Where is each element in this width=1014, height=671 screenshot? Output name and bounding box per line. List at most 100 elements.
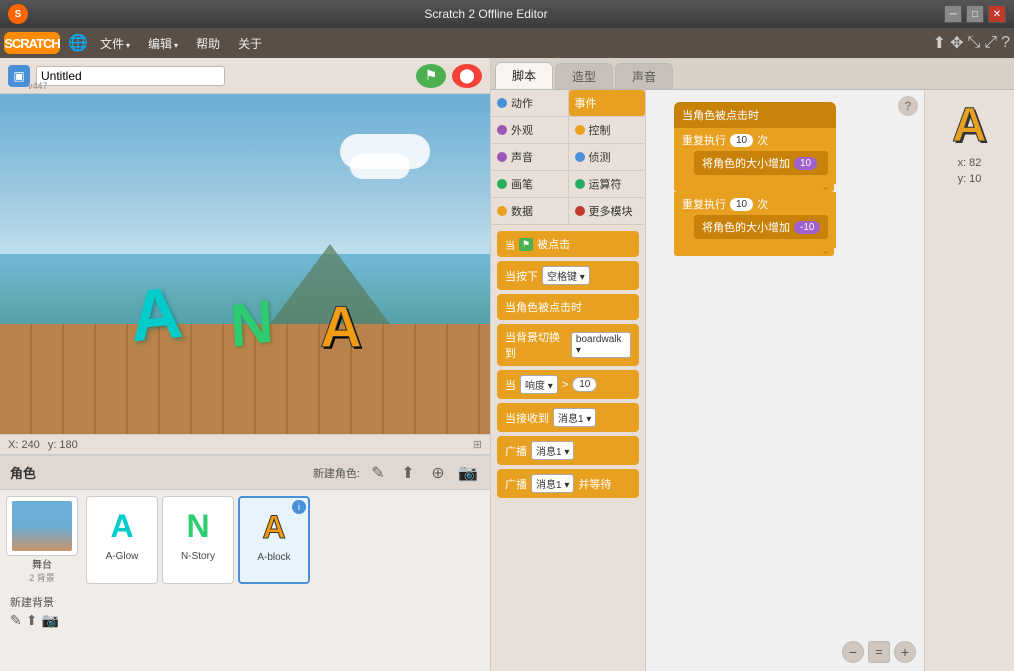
stop-button[interactable]: ⬤ [452,64,482,88]
new-bg-icons: ✎ ⬆ 📷 [10,612,59,629]
cat-control[interactable]: 控制 [569,117,646,143]
zoom-fit-button[interactable]: = [868,641,890,663]
ws-block-repeat-1[interactable]: 重复执行 10 次 将角色的大小增加 10 [674,128,836,184]
minimize-button[interactable]: ─ [944,5,962,23]
cat-sensing[interactable]: 侦测 [569,144,646,170]
cat-events-label: 事件 [575,95,597,111]
ws-block-size-decrease[interactable]: 将角色的大小增加 -10 [694,215,828,239]
sprite-thumb-a-glow[interactable]: A A-Glow [86,496,158,584]
block-categories: 动作 事件 外观 控制 [491,90,645,225]
menu-file[interactable]: 文件▾ [92,33,138,54]
close-button[interactable]: ✕ [988,5,1006,23]
new-sprite-upload-btn[interactable]: ⬆ [396,461,420,485]
zoom-out-button[interactable]: − [842,641,864,663]
cat-control-label: 控制 [589,122,611,138]
when-sprite-clicked-label: 当角色被点击时 [505,299,582,315]
repeat-2-count[interactable]: 10 [730,198,753,211]
sprite-a-glow[interactable]: A [127,272,186,358]
sprites-panel: 角色 新建角色: ✎ ⬆ ⊕ 📷 舞台 2 背景 A [0,454,490,671]
upload-icon[interactable]: ⬆ [933,33,946,53]
menu-help[interactable]: 帮助 [188,33,228,54]
new-sprite-camera-btn[interactable]: 📷 [456,461,480,485]
sprite-preview-area: A x: 82 y: 10 [924,90,1014,671]
cat-more-dot [575,206,585,216]
loud-threshold[interactable]: 10 [572,377,597,392]
stage-thumbnail[interactable] [6,496,78,556]
sprite-info-badge[interactable]: i [292,500,306,514]
new-bg-upload-icon[interactable]: ⬆ [26,612,38,629]
tab-sounds[interactable]: 声音 [615,63,673,89]
repeat-1-suffix: 次 [757,132,768,148]
broadcast-label: 广播 [505,443,527,459]
sprite-a-block[interactable]: A [320,294,362,361]
maximize-button[interactable]: □ [966,5,984,23]
sprite-thumb-n-story[interactable]: N N-Story [162,496,234,584]
help-icon[interactable]: ? [1001,34,1010,52]
menu-edit[interactable]: 编辑▾ [140,33,186,54]
expand-button[interactable]: ⊞ [473,438,482,451]
project-title-input[interactable] [36,66,225,86]
new-bg-label: 新建背景 [10,594,54,610]
cat-sound[interactable]: 声音 [491,144,569,170]
gt-symbol: > [562,379,568,391]
globe-icon[interactable]: 🌐 [66,31,90,55]
cat-data[interactable]: 数据 [491,198,569,224]
expand-icon[interactable]: ⤡ [967,34,980,52]
block-when-flag[interactable]: 当 ⚑ 被点击 [497,231,639,257]
cat-pen[interactable]: 画笔 [491,171,569,197]
tab-costumes[interactable]: 造型 [555,63,613,89]
sprite-thumb-a-block[interactable]: i A A-block [238,496,310,584]
cat-events[interactable]: 事件 [569,90,646,116]
block-broadcast-wait[interactable]: 广播 消息1 ▾ 并等待 [497,469,639,498]
block-cat-row-1: 动作 事件 [491,90,645,117]
ws-block-size-increase[interactable]: 将角色的大小增加 10 [694,151,828,175]
cat-motion[interactable]: 动作 [491,90,569,116]
shrink-icon[interactable]: ⤢ [984,34,997,52]
preview-coord-x: x: 82 [958,157,982,169]
new-sprite-surprise-btn[interactable]: ⊕ [426,461,450,485]
ws-block-repeat-2[interactable]: 重复执行 10 次 将角色的大小增加 -10 [674,192,836,248]
loud-dropdown[interactable]: 响度 ▾ [520,375,558,394]
when-backdrop-label: 当背景切换到 [505,329,567,361]
scratch-logo: SCRATCH [4,32,60,54]
sprite-n-story-label: N-Story [181,551,215,562]
size-decrease-label: 将角色的大小增加 [702,219,790,235]
cat-operators-dot [575,179,585,189]
when-flag-text: 当 [505,237,515,252]
version-label: v447 [28,81,48,91]
key-dropdown[interactable]: 空格键 ▾ [542,266,590,285]
new-bg-camera-icon[interactable]: 📷 [41,612,58,629]
titlebar: S Scratch 2 Offline Editor ─ □ ✕ [0,0,1014,28]
stage-thumb-image [12,501,72,551]
menu-about[interactable]: 关于 [230,33,270,54]
cat-data-dot [497,206,507,216]
new-bg-paint-icon[interactable]: ✎ [10,612,22,629]
stage-canvas: A N A [0,94,490,434]
zoom-in-button[interactable]: + [894,641,916,663]
sprite-n-story[interactable]: N [228,286,275,361]
repeat-1-count[interactable]: 10 [730,134,753,147]
block-when-sprite-clicked[interactable]: 当角色被点击时 [497,294,639,320]
block-when-message[interactable]: 当接收到 消息1 ▾ [497,403,639,432]
tab-scripts[interactable]: 脚本 [495,62,553,89]
message-dropdown-1[interactable]: 消息1 ▾ [553,408,596,427]
block-when-key[interactable]: 当按下 空格键 ▾ [497,261,639,290]
block-broadcast[interactable]: 广播 消息1 ▾ [497,436,639,465]
window-controls: ─ □ ✕ [944,5,1006,23]
cat-more-blocks[interactable]: 更多模块 [569,198,646,224]
block-when-loud[interactable]: 当 响度 ▾ > 10 [497,370,639,399]
broadcast-msg-dropdown[interactable]: 消息1 ▾ [531,441,574,460]
green-flag-button[interactable]: ⚑ [416,64,446,88]
cat-looks[interactable]: 外观 [491,117,569,143]
new-sprite-paint-btn[interactable]: ✎ [366,461,390,485]
block-when-backdrop[interactable]: 当背景切换到 boardwalk ▾ [497,324,639,366]
ws-block-sprite-clicked[interactable]: 当角色被点击时 [674,102,836,128]
broadcast-wait-msg-dropdown[interactable]: 消息1 ▾ [531,474,574,493]
move-icon[interactable]: ✥ [950,33,963,53]
sprite-n-story-img: N [168,501,228,551]
sprites-title: 角色 [10,463,36,482]
help-button[interactable]: ? [898,96,918,116]
backdrop-dropdown[interactable]: boardwalk ▾ [571,332,631,358]
cat-operators[interactable]: 运算符 [569,171,646,197]
block-palette: 动作 事件 外观 控制 [491,90,646,671]
